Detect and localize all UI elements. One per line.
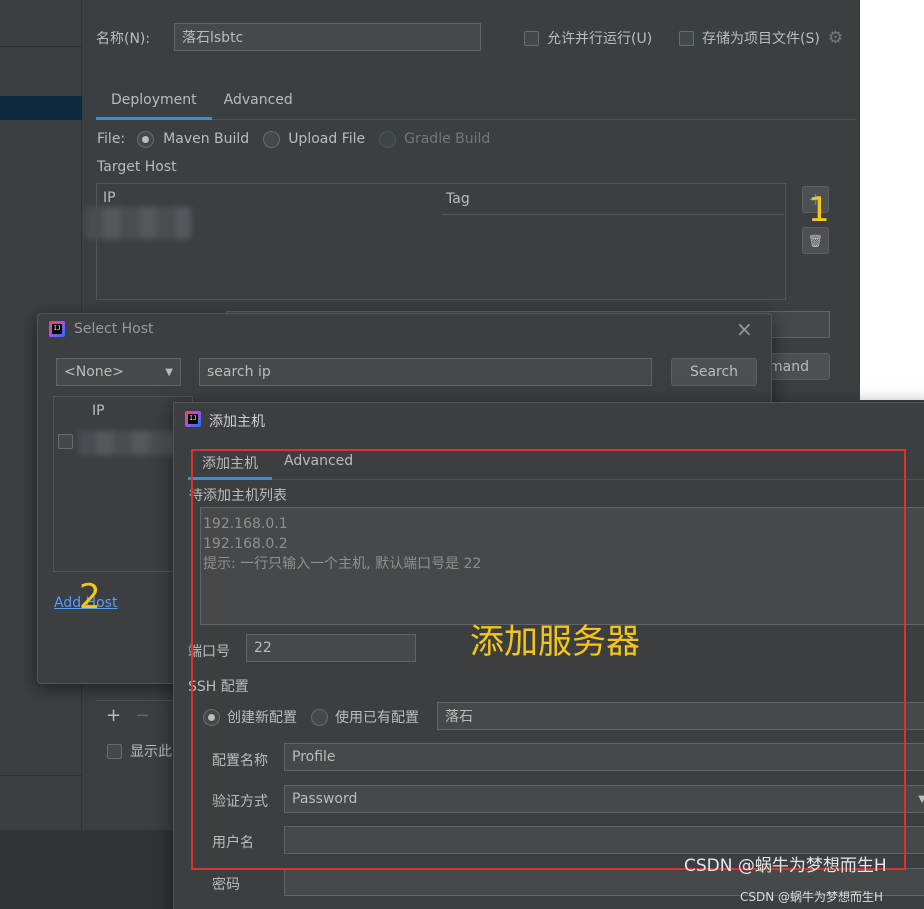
store-project-checkbox[interactable]: 存储为项目文件(S) ⚙	[679, 28, 843, 48]
config-tabs: Deployment Advanced	[96, 86, 856, 120]
intellij-icon: IJ	[49, 321, 65, 337]
tab-deployment-label: Deployment	[111, 92, 197, 108]
tab-deployment[interactable]: Deployment	[96, 86, 212, 120]
tab-advanced[interactable]: Advanced	[212, 86, 305, 120]
maven-build-dot	[142, 135, 150, 143]
host-group-value: <None>	[64, 364, 124, 380]
gear-icon[interactable]: ⚙	[828, 28, 843, 48]
plus-icon[interactable]: +	[106, 705, 121, 726]
bottom-strip	[0, 830, 175, 909]
select-host-table: IP	[53, 396, 193, 572]
step-2-marker: 2	[79, 577, 101, 617]
file-row: File: Maven Build Upload File Gradle Bui…	[97, 130, 490, 148]
blurred-host-entry	[85, 207, 191, 239]
maven-build-label: Maven Build	[163, 131, 250, 147]
show-page-box[interactable]	[107, 743, 122, 759]
allow-parallel-box[interactable]	[524, 30, 539, 46]
search-button[interactable]: Search	[671, 358, 757, 386]
close-icon[interactable]: ×	[736, 317, 753, 341]
left-panel-header	[0, 46, 82, 47]
upload-file-label: Upload File	[288, 131, 366, 147]
select-host-title: Select Host	[74, 321, 154, 337]
delete-target-host-button[interactable]: 🗑	[802, 227, 829, 254]
add-host-title: 添加主机	[209, 414, 265, 430]
show-page-label: 显示此	[130, 744, 172, 760]
watermark: CSDN @蜗牛为梦想而生H	[684, 856, 887, 876]
gradle-build-radio[interactable]	[379, 130, 397, 148]
select-host-ip-header: IP	[92, 403, 105, 419]
allow-parallel-checkbox[interactable]: 允许并行运行(U)	[524, 28, 652, 48]
blurred-host-row	[78, 431, 178, 455]
name-input[interactable]: 落石lsbtc	[174, 23, 481, 51]
command-button-label: mand	[769, 358, 809, 375]
intellij-icon-inner: IJ	[52, 324, 62, 334]
show-page-checkbox[interactable]: 显示此	[107, 741, 172, 761]
gradle-build-label: Gradle Build	[404, 131, 491, 147]
store-project-label: 存储为项目文件(S)	[702, 31, 820, 47]
header-divider	[442, 214, 784, 215]
search-ip-value: search ip	[207, 364, 271, 380]
target-host-tag-header: Tag	[446, 191, 470, 207]
search-ip-input[interactable]: search ip	[199, 358, 652, 386]
caption-add-server: 添加服务器	[470, 622, 640, 662]
allow-parallel-label: 允许并行运行(U)	[547, 31, 653, 47]
chevron-down-icon: ▼	[918, 793, 924, 805]
right-white-area	[860, 0, 924, 400]
intellij-icon: IJ	[185, 411, 201, 427]
left-panel-divider	[0, 775, 82, 776]
name-label: 名称(N):	[96, 31, 151, 47]
intellij-icon-inner: IJ	[188, 414, 198, 424]
trash-icon: 🗑	[807, 233, 824, 248]
target-host-label: Target Host	[97, 159, 177, 175]
target-host-ip-header: IP	[103, 190, 116, 206]
upload-file-radio[interactable]	[263, 130, 281, 148]
host-group-dropdown[interactable]: <None> ▼	[56, 358, 181, 386]
command-button[interactable]: mand	[765, 353, 830, 380]
search-button-label: Search	[689, 364, 739, 380]
host-row-checkbox[interactable]	[58, 434, 73, 449]
name-input-value: 落石lsbtc	[182, 30, 244, 46]
watermark-shadow: CSDN @蜗牛为梦想而生H	[740, 890, 884, 904]
tab-advanced-label: Advanced	[223, 92, 293, 108]
chevron-down-icon: ▼	[165, 366, 173, 378]
maven-build-radio[interactable]	[137, 130, 155, 148]
file-label: File:	[97, 131, 126, 147]
minus-icon[interactable]: −	[135, 705, 150, 726]
target-host-table: IP Tag	[96, 183, 786, 300]
store-project-box[interactable]	[679, 30, 694, 46]
left-panel-selected-row[interactable]	[0, 96, 82, 120]
step-1-marker: 1	[808, 190, 830, 230]
password-label: 密码	[212, 877, 240, 893]
